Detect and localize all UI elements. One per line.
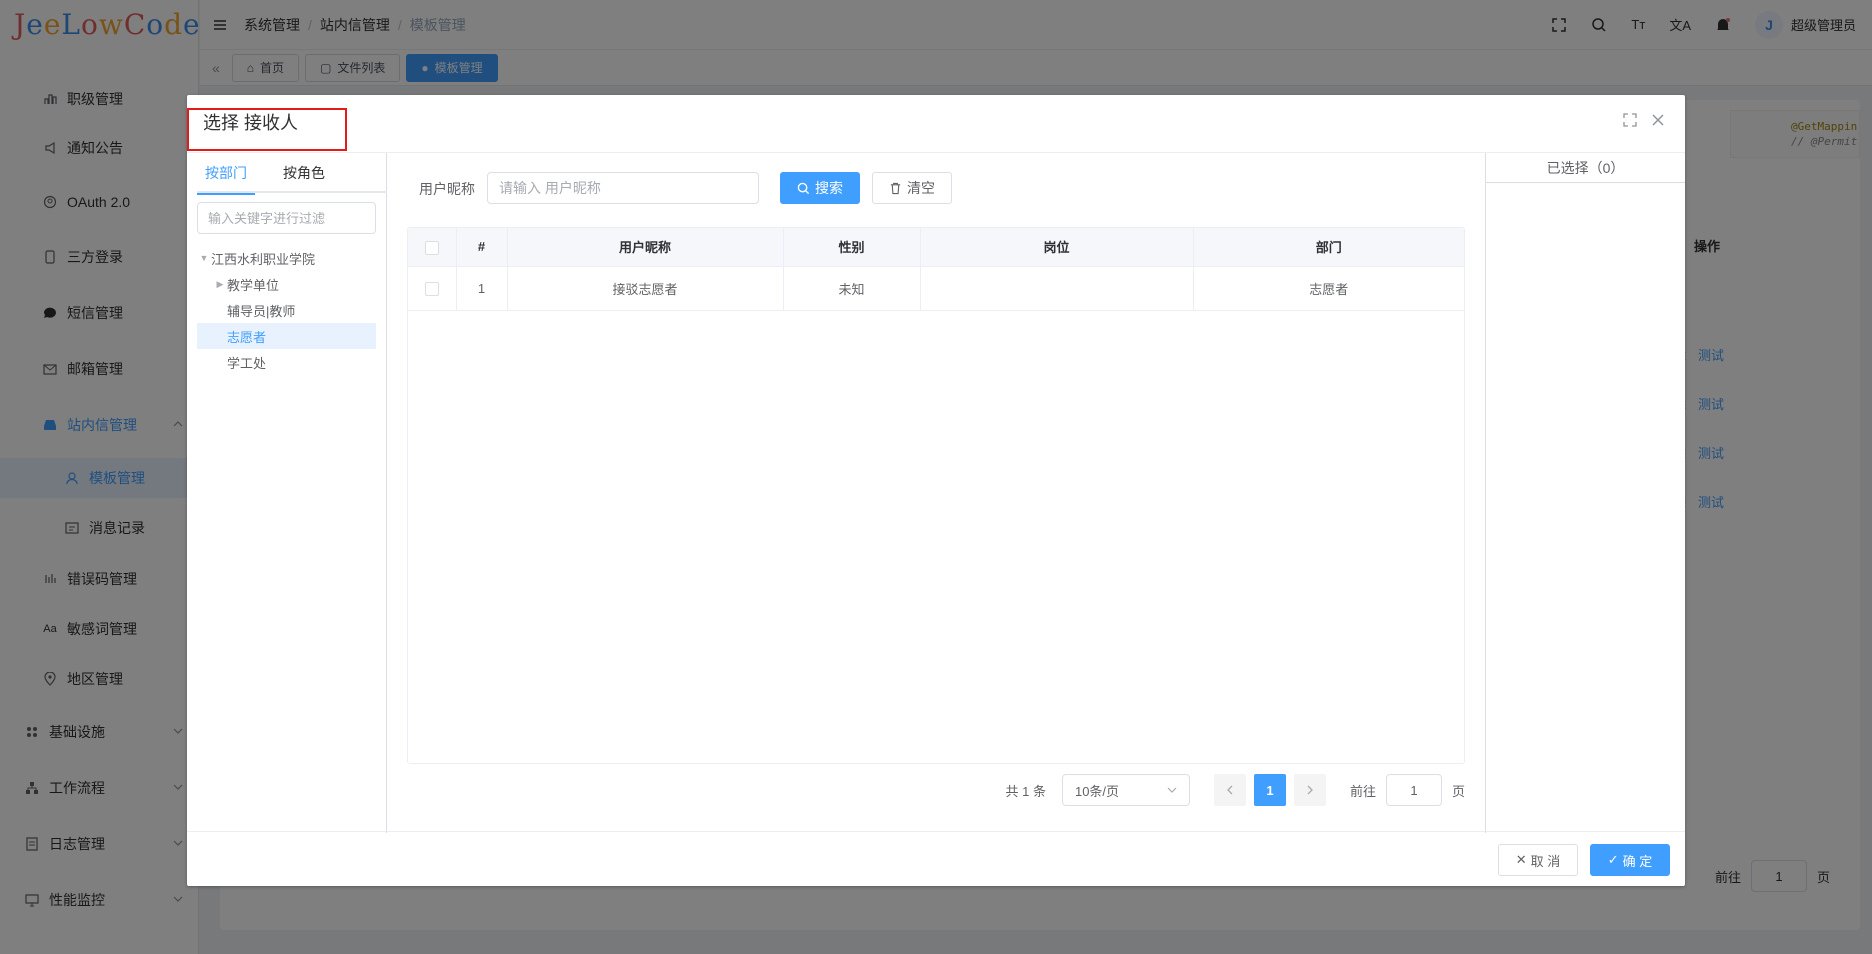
column-header: 性别 [783, 228, 921, 267]
close-icon[interactable] [1651, 113, 1665, 127]
selected-panel: 已选择（0） [1485, 153, 1685, 833]
dialog-title: 选择 接收人 [203, 113, 299, 133]
pagination-total: 共 1 条 [1005, 783, 1046, 799]
column-header: 用户昵称 [507, 228, 784, 267]
table-header-row: # 用户昵称 性别 岗位 部门 [408, 228, 1464, 267]
tree-node-label: 辅导员|教师 [227, 303, 296, 319]
user-list-panel: 用户昵称 搜索 清空 # 用户昵称 性别 [387, 153, 1485, 833]
table-cell: 接驳志愿者 [507, 266, 784, 311]
table-cell [920, 266, 1194, 311]
chevron-down-icon [1167, 787, 1177, 793]
selected-count-title: 已选择（0） [1486, 153, 1685, 183]
search-button-label: 搜索 [815, 180, 843, 196]
tree-node[interactable]: 辅导员|教师 [197, 297, 376, 323]
cancel-button[interactable]: ✕ 取 消 [1498, 844, 1578, 876]
user-table: # 用户昵称 性别 岗位 部门 1 接驳志愿者 未知 志愿者 [407, 227, 1465, 764]
cancel-button-label: 取 消 [1530, 853, 1561, 869]
dept-tree: ▼ 江西水利职业学院 ▶ 教学单位 辅导员|教师 志愿者 学工处 [197, 245, 376, 375]
next-page-button[interactable] [1293, 774, 1326, 806]
confirm-button[interactable]: ✓ 确 定 [1590, 844, 1670, 876]
goto-label: 前往 [1349, 783, 1376, 799]
column-header: # [456, 228, 508, 267]
tree-node[interactable]: 学工处 [197, 349, 376, 375]
tree-node[interactable]: ▼ 江西水利职业学院 [197, 245, 376, 271]
page-size-select[interactable]: 10条/页 [1061, 774, 1190, 806]
table-row[interactable]: 1 接驳志愿者 未知 志愿者 [408, 266, 1464, 311]
row-checkbox-cell [408, 266, 457, 311]
tab-by-department[interactable]: 按部门 [197, 153, 255, 195]
goto-page-input[interactable]: 1 [1385, 774, 1442, 806]
check-icon: ✓ [1607, 852, 1619, 867]
row-checkbox[interactable] [424, 281, 439, 296]
dialog-body: 按部门 按角色 ▼ 江西水利职业学院 ▶ 教学单位 辅导员|教师 志愿者 [187, 152, 1685, 833]
dept-tree-panel: 按部门 按角色 ▼ 江西水利职业学院 ▶ 教学单位 辅导员|教师 志愿者 [187, 153, 387, 833]
tree-node-label: 志愿者 [227, 329, 267, 345]
column-header: 部门 [1193, 228, 1464, 267]
tab-by-role[interactable]: 按角色 [275, 153, 333, 193]
page-number[interactable]: 1 [1253, 774, 1286, 806]
column-header: 岗位 [920, 228, 1194, 267]
maximize-icon[interactable] [1623, 113, 1637, 127]
nickname-label: 用户昵称 [419, 181, 475, 197]
tree-node-label: 江西水利职业学院 [211, 251, 316, 267]
select-receiver-dialog: 选择 接收人 按部门 按角色 ▼ 江西水利职业学院 ▶ 教学单位 [187, 95, 1685, 886]
confirm-button-label: 确 定 [1622, 853, 1653, 869]
dialog-footer: ✕ 取 消 ✓ 确 定 [1498, 844, 1670, 876]
pagination: 共 1 条 10条/页 1 前往 1 页 [1005, 774, 1465, 806]
tree-filter-input[interactable] [197, 202, 376, 234]
trash-icon [890, 182, 901, 194]
tree-node-selected[interactable]: 志愿者 [197, 323, 376, 349]
nickname-search-input[interactable] [487, 172, 759, 204]
caret-down-icon[interactable]: ▼ [197, 253, 211, 263]
clear-button[interactable]: 清空 [872, 172, 952, 204]
tabs: 按部门 按角色 [197, 153, 387, 195]
close-icon: ✕ [1515, 852, 1527, 867]
table-cell: 志愿者 [1193, 266, 1464, 311]
caret-right-icon[interactable]: ▶ [213, 279, 227, 290]
clear-button-label: 清空 [907, 180, 935, 196]
tree-node-label: 学工处 [227, 355, 267, 371]
table-cell: 1 [456, 266, 508, 311]
tree-node-label: 教学单位 [227, 277, 280, 293]
prev-page-button[interactable] [1213, 774, 1246, 806]
tree-node[interactable]: ▶ 教学单位 [197, 271, 376, 297]
table-cell: 未知 [783, 266, 921, 311]
select-all-checkbox[interactable] [424, 240, 439, 255]
search-button[interactable]: 搜索 [780, 172, 860, 204]
search-icon [797, 182, 810, 194]
select-all-cell [408, 228, 457, 267]
page-size-value: 10条/页 [1074, 783, 1120, 799]
page-unit: 页 [1451, 783, 1465, 799]
